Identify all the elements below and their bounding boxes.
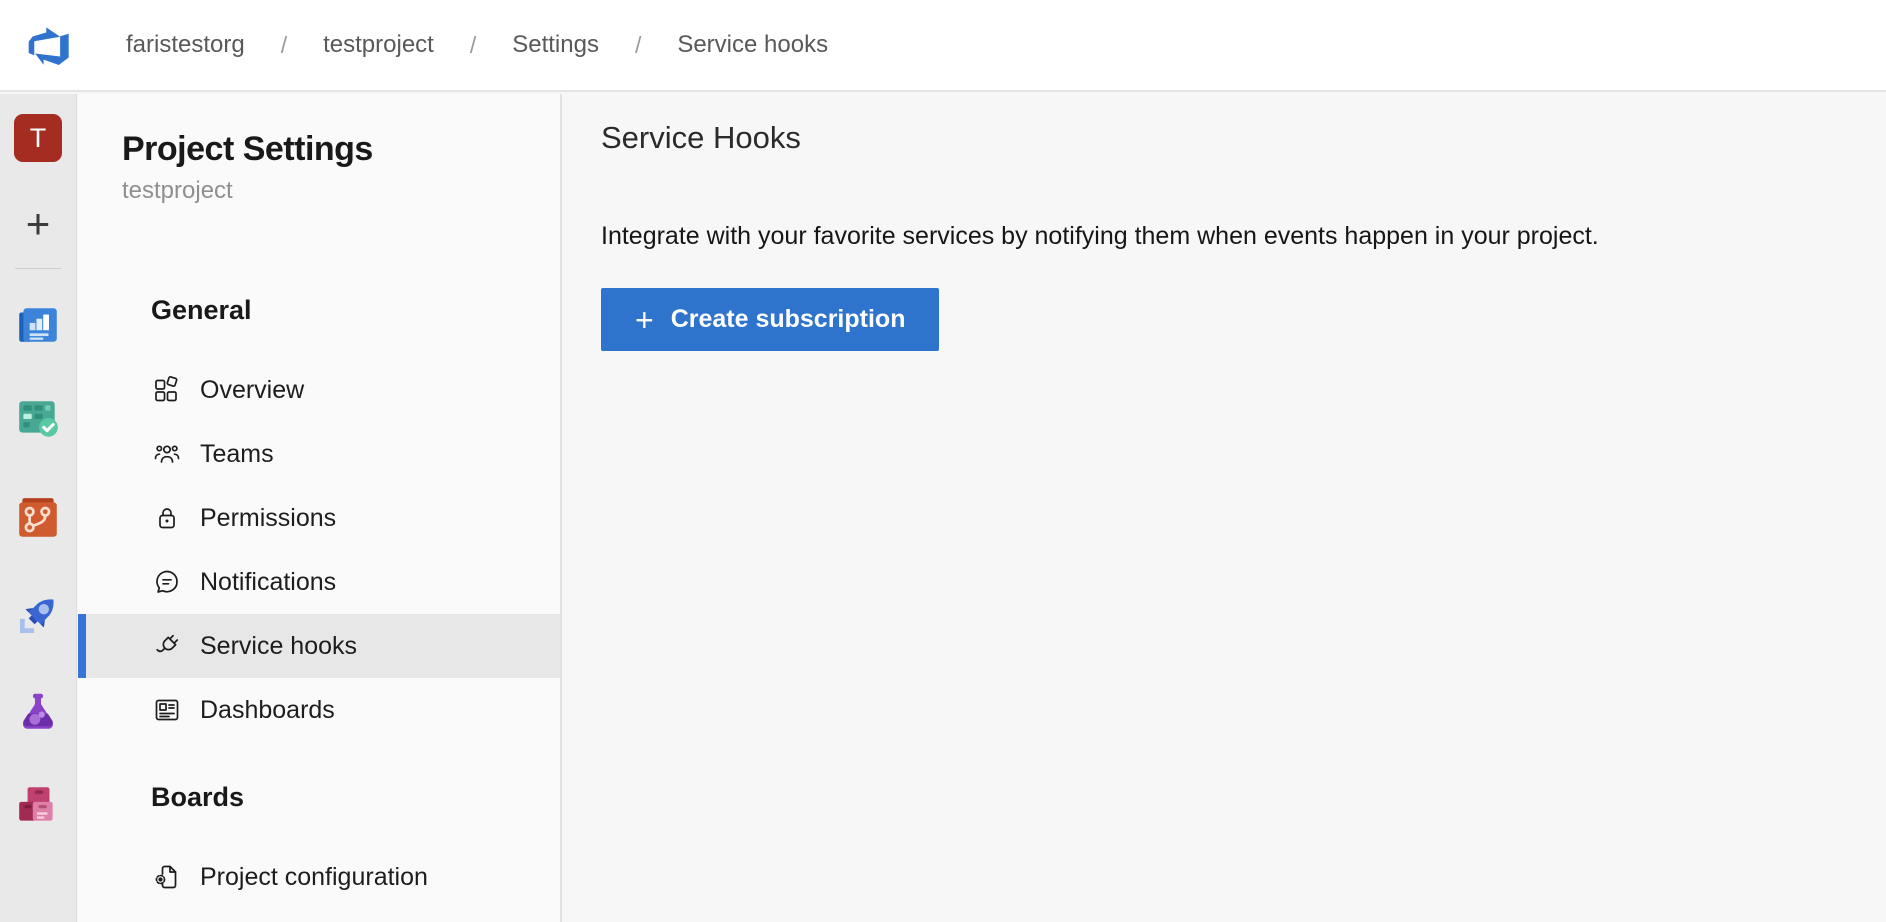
rail-divider	[15, 268, 61, 269]
create-subscription-button[interactable]: + Create subscription	[601, 288, 939, 351]
sidebar-item-label: Permissions	[200, 504, 336, 533]
sidebar-item-label: Notifications	[200, 568, 336, 597]
breadcrumb-separator: /	[281, 32, 287, 59]
pipelines-icon[interactable]	[14, 591, 62, 639]
breadcrumb-separator: /	[470, 32, 476, 59]
sidebar-subtitle: testproject	[122, 177, 560, 205]
sidebar-nav: Overview Teams Permissions	[78, 358, 560, 742]
page-description: Integrate with your favorite services by…	[601, 222, 1886, 251]
sidebar-item-label: Dashboards	[200, 696, 335, 725]
sidebar-item-label: Service hooks	[200, 632, 357, 661]
breadcrumb-organization[interactable]: faristestorg	[126, 31, 245, 59]
breadcrumb-service-hooks[interactable]: Service hooks	[677, 31, 828, 59]
artifacts-icon[interactable]	[14, 782, 62, 830]
sidebar-item-permissions[interactable]: Permissions	[78, 486, 560, 550]
project-configuration-icon	[151, 861, 183, 893]
section-header-general: General	[151, 295, 560, 326]
settings-sidebar: Project Settings testproject General Ove…	[78, 94, 562, 922]
plus-icon: +	[635, 304, 654, 336]
sidebar-item-label: Overview	[200, 376, 304, 405]
sidebar-title: Project Settings	[122, 130, 560, 169]
sidebar-item-overview[interactable]: Overview	[78, 358, 560, 422]
add-project-button[interactable]: +	[14, 200, 62, 248]
permissions-icon	[151, 502, 183, 534]
azure-devops-logo-icon[interactable]	[28, 25, 72, 65]
sidebar-item-label: Teams	[200, 440, 274, 469]
notifications-icon	[151, 566, 183, 598]
sidebar-item-service-hooks[interactable]: Service hooks	[78, 614, 560, 678]
left-rail: T +	[0, 94, 77, 922]
project-avatar[interactable]: T	[14, 114, 62, 162]
sidebar-item-notifications[interactable]: Notifications	[78, 550, 560, 614]
sidebar-item-label: Project configuration	[200, 863, 428, 892]
overview-summary-icon[interactable]	[14, 301, 62, 349]
main-content: Service Hooks Integrate with your favori…	[564, 94, 1886, 922]
sidebar-item-project-configuration[interactable]: Project configuration	[78, 845, 560, 909]
breadcrumb: faristestorg / testproject / Settings / …	[126, 31, 828, 59]
page-title: Service Hooks	[601, 120, 1886, 156]
sidebar-item-dashboards[interactable]: Dashboards	[78, 678, 560, 742]
sidebar-item-teams[interactable]: Teams	[78, 422, 560, 486]
sidebar-nav-boards: Project configuration	[78, 845, 560, 909]
breadcrumb-separator: /	[635, 32, 641, 59]
test-plans-icon[interactable]	[14, 688, 62, 736]
overview-icon	[151, 374, 183, 406]
teams-icon	[151, 438, 183, 470]
breadcrumb-settings[interactable]: Settings	[512, 31, 599, 59]
repos-icon[interactable]	[14, 494, 62, 542]
service-hooks-icon	[151, 630, 183, 662]
section-header-boards: Boards	[151, 782, 560, 813]
dashboards-icon	[151, 694, 183, 726]
top-bar: faristestorg / testproject / Settings / …	[0, 0, 1886, 92]
boards-icon[interactable]	[14, 395, 62, 443]
breadcrumb-project[interactable]: testproject	[323, 31, 434, 59]
create-subscription-label: Create subscription	[671, 305, 906, 334]
